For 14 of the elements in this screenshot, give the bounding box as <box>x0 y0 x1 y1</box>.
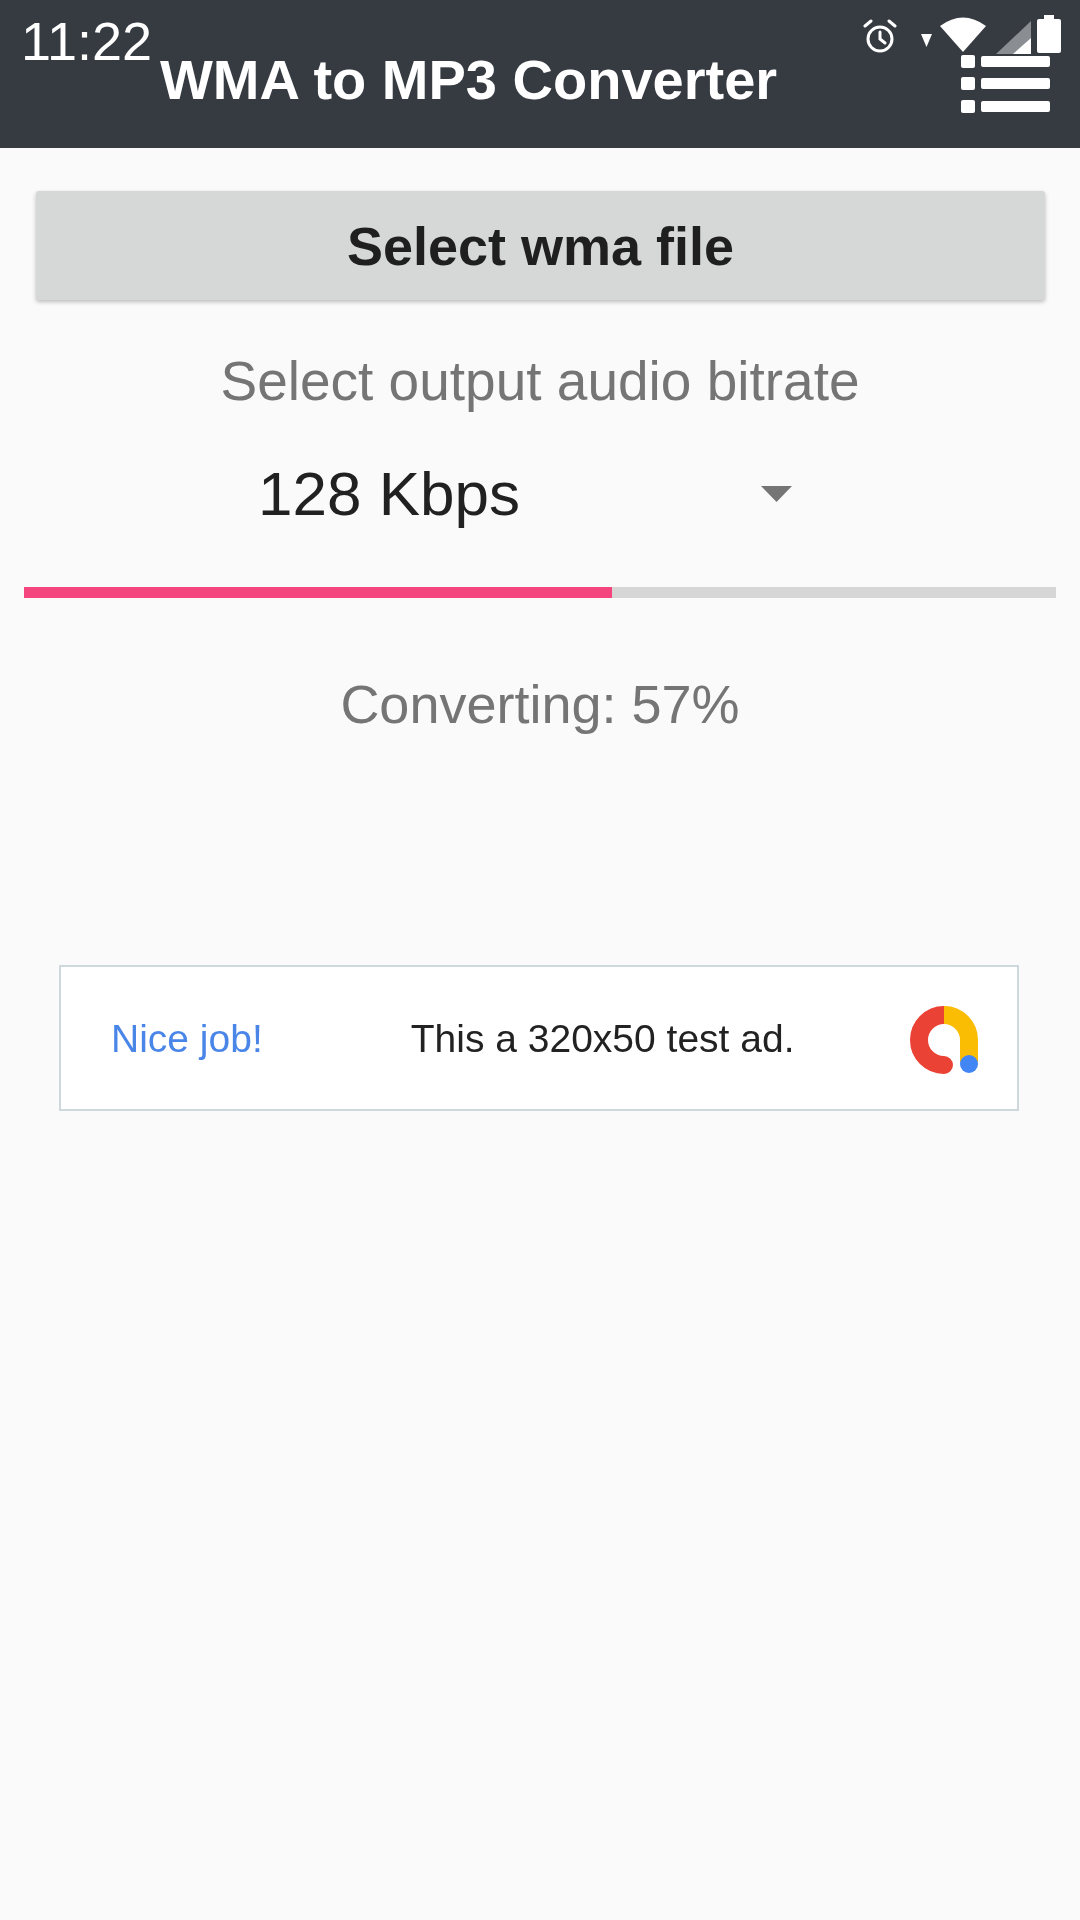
caret-icon <box>761 486 792 502</box>
status-time: 11:22 <box>21 14 153 68</box>
wifi-icon <box>940 17 986 52</box>
ad-text: This a 320x50 test ad. <box>410 1018 795 1058</box>
ad-headline: Nice job! <box>111 1018 263 1058</box>
select-file-button[interactable]: Select wma file <box>36 191 1045 300</box>
list-menu-icon[interactable] <box>961 55 1050 113</box>
ad-banner[interactable]: Nice job! This a 320x50 test ad. <box>59 965 1019 1111</box>
battery-icon <box>1037 15 1061 53</box>
app-title: WMA to MP3 Converter <box>160 52 778 108</box>
alarm-clock-icon <box>862 19 898 55</box>
cell-signal-icon <box>996 21 1031 54</box>
dropdown-triangle-icon <box>921 34 932 47</box>
bitrate-dropdown[interactable]: 128 Kbps <box>228 447 822 541</box>
